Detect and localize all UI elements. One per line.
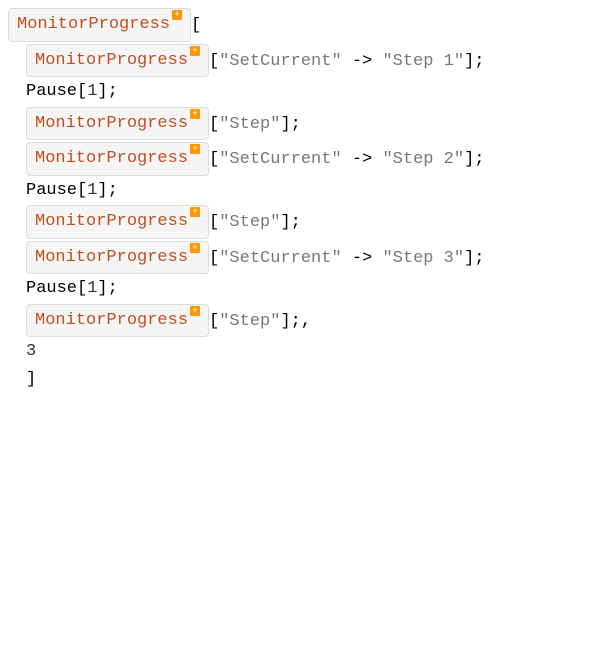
open-bracket: [ [77,82,87,101]
semicolon: ; [474,249,484,268]
string-step: "Step" [219,213,280,232]
close-bracket: ] [280,115,290,134]
string-setcurrent: "SetCurrent" [219,52,341,71]
arrow: -> [342,249,383,268]
resource-fn-name: MonitorProgress [35,311,188,330]
string-step1: "Step 1" [382,52,464,71]
code-line-3: Pause[1]; [8,79,606,105]
resource-fn-box: MonitorProgress+ [8,8,191,42]
semicolon: ; [108,82,118,101]
pause-fn: Pause [26,181,77,200]
string-step2: "Step 2" [382,150,464,169]
close-bracket: ] [97,181,107,200]
open-bracket: [ [209,52,219,71]
semicolon: ; [291,213,301,232]
open-bracket: [ [209,213,219,232]
semicolon: ; [474,150,484,169]
resource-fn-box: MonitorProgress+ [26,304,209,338]
semicolon: ; [108,181,118,200]
open-bracket: [ [209,249,219,268]
string-step3: "Step 3" [382,249,464,268]
plus-icon: + [190,109,200,119]
resource-fn-name: MonitorProgress [17,15,170,34]
close-bracket: ] [464,52,474,71]
code-line-7: MonitorProgress+ ["Step"]; [8,205,606,239]
semicolon: ; [108,279,118,298]
resource-fn-box: MonitorProgress+ [26,44,209,78]
close-bracket: ] [97,82,107,101]
resource-fn-name: MonitorProgress [35,212,188,231]
open-bracket: [ [209,150,219,169]
close-bracket: ] [464,150,474,169]
string-setcurrent: "SetCurrent" [219,249,341,268]
close-bracket: ] [280,213,290,232]
code-line-5: MonitorProgress+ ["SetCurrent" -> "Step … [8,142,606,176]
code-line-10: MonitorProgress+ ["Step"];, [8,304,606,338]
plus-icon: + [190,207,200,217]
close-bracket: ] [464,249,474,268]
string-step: "Step" [219,115,280,134]
open-bracket: [ [209,312,219,331]
code-line-11: 3 [8,339,606,365]
pause-fn: Pause [26,279,77,298]
comma: , [301,312,311,331]
resource-fn-box: MonitorProgress+ [26,205,209,239]
resource-fn-box: MonitorProgress+ [26,241,209,275]
semicolon: ; [291,312,301,331]
open-bracket: [ [77,279,87,298]
open-bracket: [ [209,115,219,134]
string-setcurrent: "SetCurrent" [219,150,341,169]
open-bracket: [ [77,181,87,200]
plus-icon: + [190,46,200,56]
code-line-9: Pause[1]; [8,276,606,302]
semicolon: ; [474,52,484,71]
pause-fn: Pause [26,82,77,101]
plus-icon: + [190,306,200,316]
code-line-4: MonitorProgress+ ["Step"]; [8,107,606,141]
close-bracket: ] [26,370,36,389]
plus-icon: + [190,243,200,253]
close-bracket: ] [280,312,290,331]
number-1: 1 [87,279,97,298]
number-3: 3 [26,342,36,361]
resource-fn-name: MonitorProgress [35,149,188,168]
string-step: "Step" [219,312,280,331]
resource-fn-name: MonitorProgress [35,114,188,133]
resource-fn-name: MonitorProgress [35,248,188,267]
close-bracket: ] [97,279,107,298]
code-line-1: MonitorProgress+ [ [8,8,606,42]
open-bracket: [ [191,16,201,35]
code-line-2: MonitorProgress+ ["SetCurrent" -> "Step … [8,44,606,78]
code-line-6: Pause[1]; [8,178,606,204]
code-line-8: MonitorProgress+ ["SetCurrent" -> "Step … [8,241,606,275]
resource-fn-box: MonitorProgress+ [26,107,209,141]
code-line-12: ] [8,367,606,393]
number-1: 1 [87,82,97,101]
semicolon: ; [291,115,301,134]
resource-fn-box: MonitorProgress+ [26,142,209,176]
arrow: -> [342,150,383,169]
arrow: -> [342,52,383,71]
plus-icon: + [172,10,182,20]
number-1: 1 [87,181,97,200]
plus-icon: + [190,144,200,154]
resource-fn-name: MonitorProgress [35,51,188,70]
